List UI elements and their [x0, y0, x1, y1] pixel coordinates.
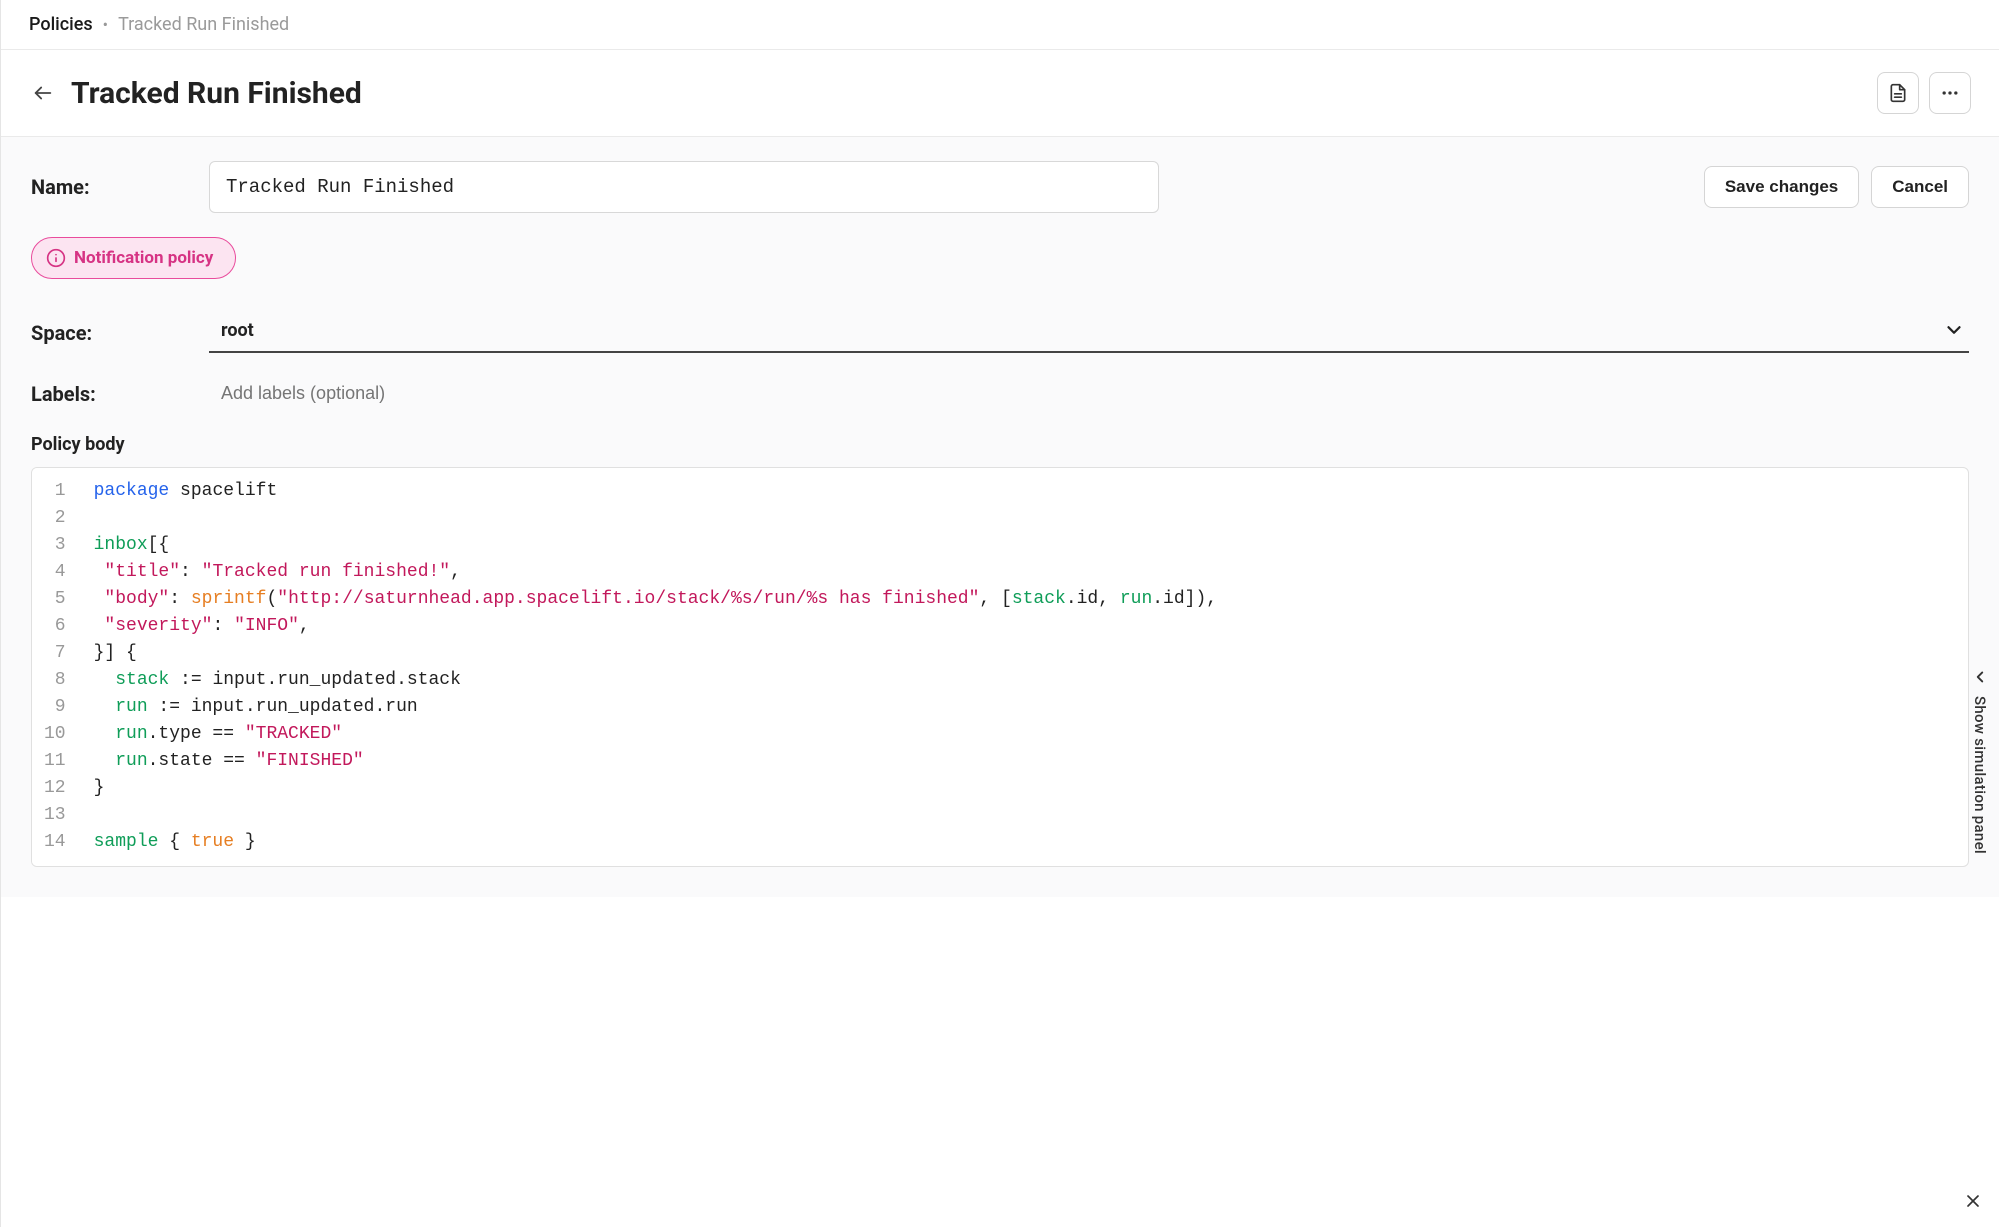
line-number: 12 — [38, 775, 72, 802]
name-input[interactable] — [209, 161, 1159, 213]
page-header: Tracked Run Finished — [1, 50, 1999, 137]
dots-horizontal-icon — [1940, 83, 1960, 103]
line-number: 8 — [38, 667, 72, 694]
labels-label: Labels: — [31, 382, 209, 406]
line-number: 14 — [38, 829, 72, 856]
chevron-down-icon — [1943, 319, 1965, 341]
notification-policy-badge: Notification policy — [31, 237, 236, 279]
labels-input[interactable] — [209, 377, 1969, 410]
line-number: 11 — [38, 748, 72, 775]
line-number: 2 — [38, 505, 72, 532]
line-number: 13 — [38, 802, 72, 829]
labels-row: Labels: — [31, 377, 1969, 410]
breadcrumb-separator: • — [103, 15, 108, 34]
save-button[interactable]: Save changes — [1704, 166, 1859, 208]
content-area: Name: Save changes Cancel — [1, 137, 1999, 897]
name-row: Name: Save changes Cancel — [31, 161, 1969, 213]
cancel-button[interactable]: Cancel — [1871, 166, 1969, 208]
space-label: Space: — [31, 321, 209, 345]
simulation-panel-label: Show simulation panel — [1971, 696, 1989, 854]
code-body[interactable]: package spacelift inbox[{ "title": "Trac… — [82, 468, 1968, 866]
space-value: root — [221, 320, 254, 341]
line-number: 9 — [38, 694, 72, 721]
policy-code-editor[interactable]: 1234567891011121314 package spacelift in… — [31, 467, 1969, 867]
space-row: Space: root — [31, 313, 1969, 353]
line-number: 10 — [38, 721, 72, 748]
info-icon — [46, 248, 66, 268]
breadcrumb-current: Tracked Run Finished — [118, 14, 289, 35]
notification-policy-badge-text: Notification policy — [74, 248, 213, 268]
line-number: 7 — [38, 640, 72, 667]
show-simulation-panel-toggle[interactable]: Show simulation panel — [1971, 668, 1989, 854]
line-number: 6 — [38, 613, 72, 640]
line-number: 4 — [38, 559, 72, 586]
document-button[interactable] — [1877, 72, 1919, 114]
policy-body-title: Policy body — [31, 434, 1969, 455]
breadcrumb-policies-link[interactable]: Policies — [29, 14, 93, 35]
close-icon[interactable] — [1961, 1189, 1985, 1213]
document-icon — [1888, 83, 1908, 103]
line-number: 5 — [38, 586, 72, 613]
name-label: Name: — [31, 175, 209, 199]
back-arrow-icon[interactable] — [29, 79, 57, 107]
space-select[interactable]: root — [209, 313, 1969, 353]
line-number: 3 — [38, 532, 72, 559]
chevron-left-icon — [1971, 668, 1989, 686]
more-options-button[interactable] — [1929, 72, 1971, 114]
line-number: 1 — [38, 478, 72, 505]
breadcrumb: Policies • Tracked Run Finished — [1, 0, 1999, 50]
code-gutter: 1234567891011121314 — [32, 468, 82, 866]
page-title: Tracked Run Finished — [71, 76, 1867, 111]
